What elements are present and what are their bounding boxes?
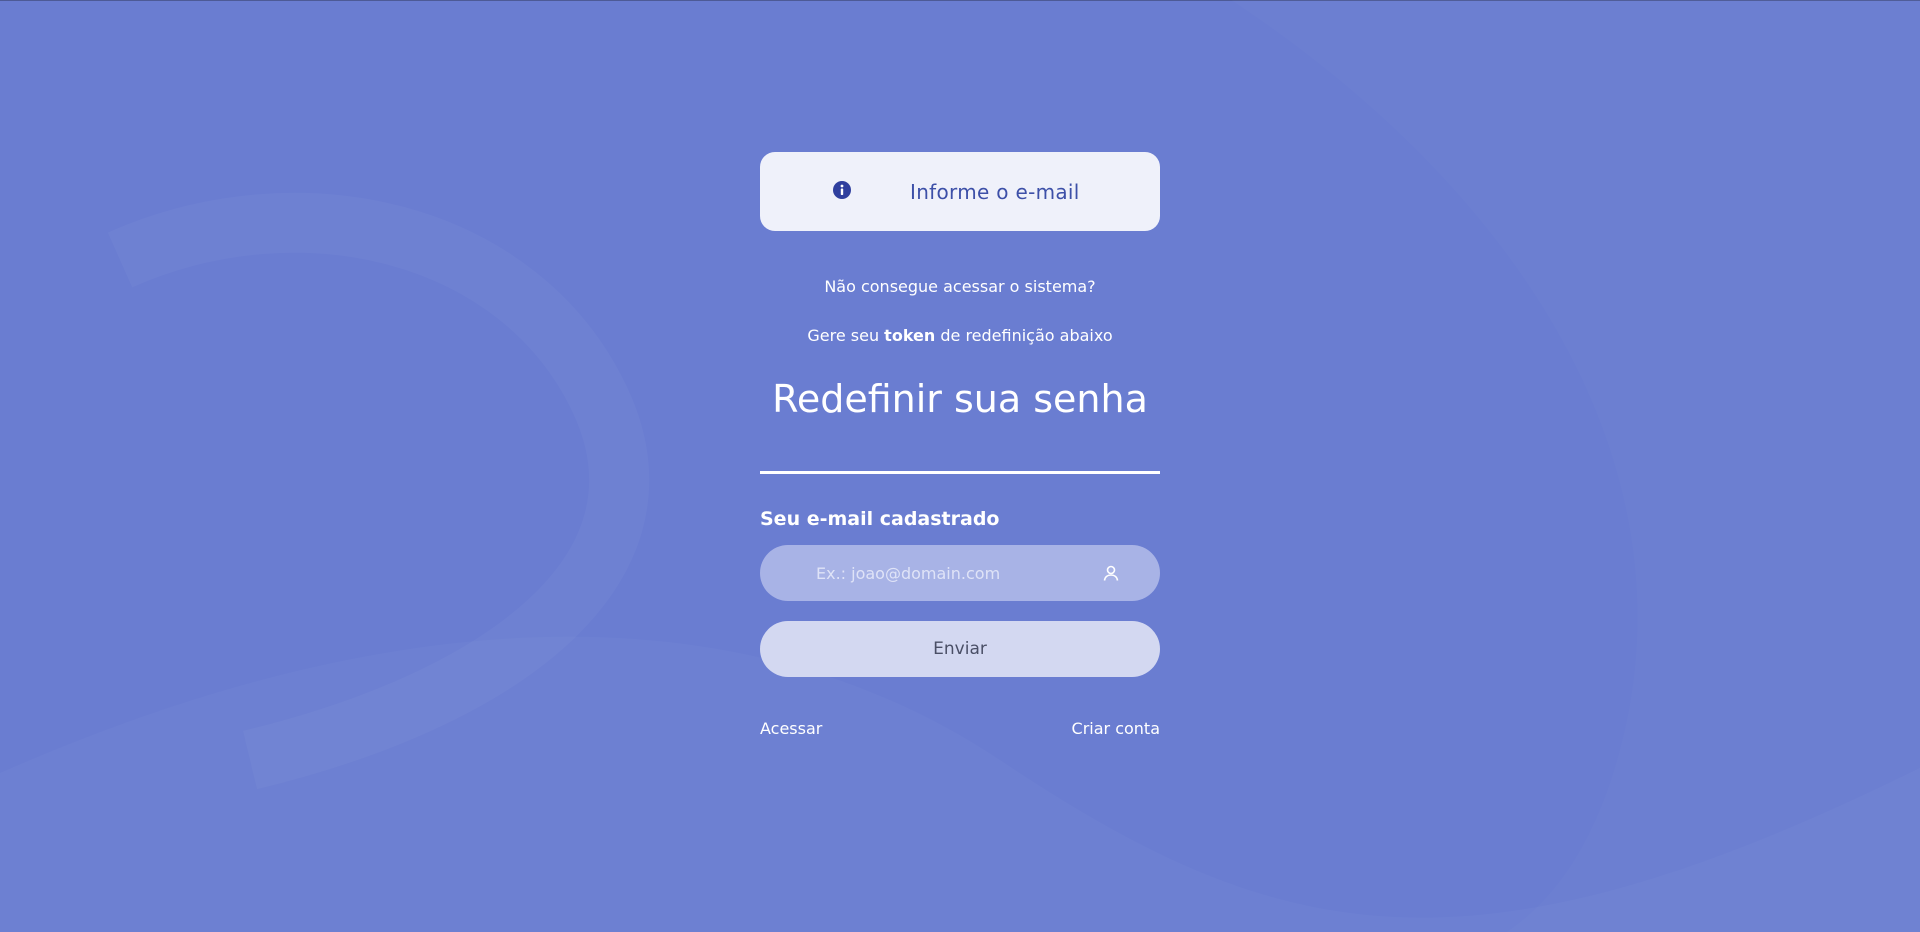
email-field-label: Seu e-mail cadastrado [760,508,1000,530]
help-token-prefix: Gere seu [807,326,880,345]
send-button[interactable]: Enviar [760,621,1160,677]
top-border-line [0,0,1920,1]
info-icon [832,180,852,200]
user-icon [1102,564,1120,582]
email-input[interactable] [760,545,1160,601]
help-token-suffix: de redefinição abaixo [940,326,1113,345]
info-alert: Informe o e-mail [760,152,1160,231]
background-decoration [0,0,1920,932]
help-question: Não consegue acessar o sistema? [824,277,1096,296]
email-field-wrapper [760,545,1160,601]
reset-password-panel: Informe o e-mail Não consegue acessar o … [760,152,1160,738]
login-link[interactable]: Acessar [760,719,822,738]
help-token-text: Gere seu token de redefinição abaixo [760,326,1160,345]
page-title: Redefinir sua senha [772,377,1148,421]
help-token-bold: token [884,326,936,345]
title-divider [760,471,1160,474]
signup-link[interactable]: Criar conta [1072,719,1160,738]
alert-message: Informe o e-mail [910,180,1080,204]
